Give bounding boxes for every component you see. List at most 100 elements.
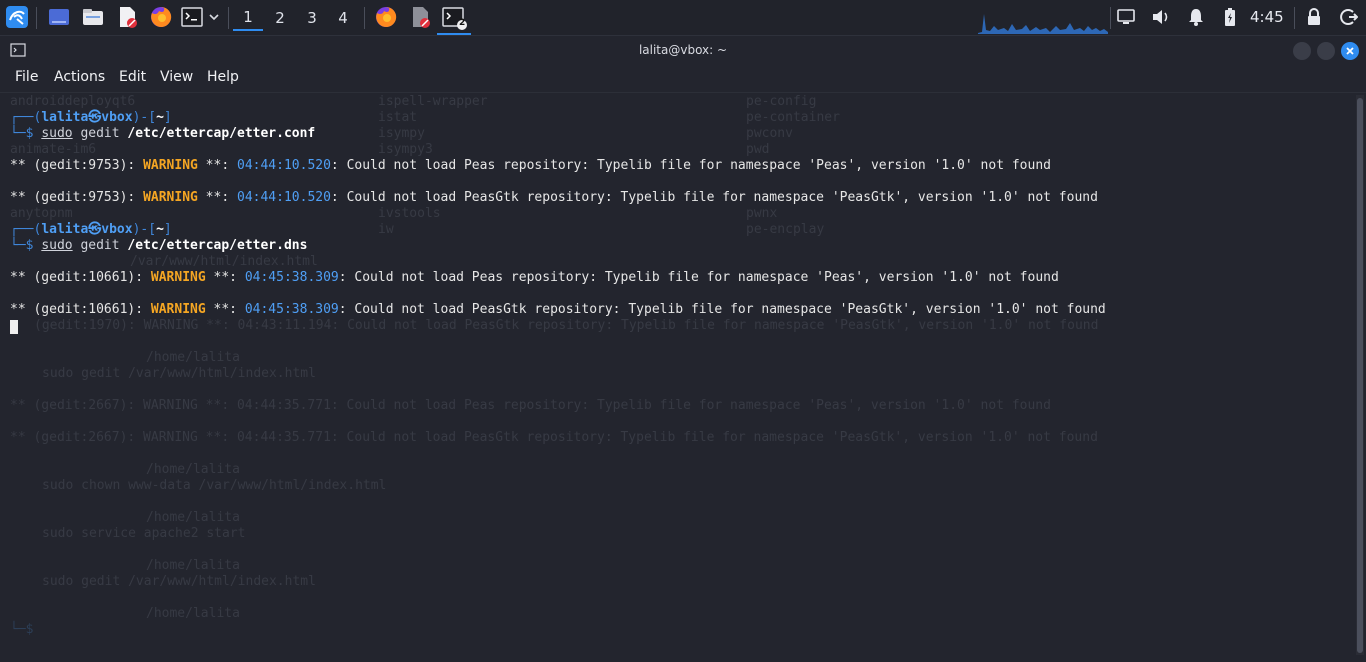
ghost-text: /home/lalita xyxy=(146,510,240,525)
minimize-button[interactable] xyxy=(1293,42,1311,60)
ghost-text: /home/lalita xyxy=(146,606,240,621)
close-button[interactable] xyxy=(1341,42,1359,60)
ghost-text: animate-im6 xyxy=(10,142,97,157)
output-source: ** (gedit:10661): xyxy=(10,302,151,317)
ghost-text: pe-container xyxy=(746,110,840,125)
workspace-2[interactable]: 2 xyxy=(265,5,295,31)
menu-help[interactable]: Help xyxy=(207,69,239,85)
prompt-user-host: lalita㉿vbox xyxy=(41,110,133,125)
timestamp: 04:44:10.520 xyxy=(237,190,331,205)
text-cursor xyxy=(10,320,18,334)
ghost-text: anytopnm xyxy=(10,206,73,221)
ghost-text: istat xyxy=(378,110,418,125)
prompt-frame: ┌──( xyxy=(10,222,42,237)
output-message: : Could not load Peas repository: Typeli… xyxy=(330,158,1051,173)
command-sudo: sudo xyxy=(41,238,73,253)
timestamp: 04:44:10.520 xyxy=(237,158,331,173)
warning-label: WARNING xyxy=(143,190,198,205)
scrollbar-thumb[interactable] xyxy=(1357,98,1363,653)
notifications-bell-icon[interactable] xyxy=(1186,5,1206,29)
output-line: ** (gedit:9753): WARNING **: 04:44:10.52… xyxy=(10,158,1051,174)
timestamp: 04:45:38.309 xyxy=(244,302,339,317)
command-name: gedit xyxy=(72,126,128,141)
menu-divider xyxy=(0,92,1366,93)
text-editor-icon[interactable] xyxy=(114,5,140,29)
warning-label: WARNING xyxy=(143,158,198,173)
maximize-button[interactable] xyxy=(1317,42,1335,60)
panel-separator xyxy=(228,7,229,29)
timestamp: 04:45:38.309 xyxy=(244,270,339,285)
output-line: ** (gedit:10661): WARNING **: 04:45:38.3… xyxy=(10,270,1059,286)
taskbar-terminal-icon[interactable]: 2 xyxy=(437,3,471,35)
menu-actions[interactable]: Actions xyxy=(54,69,105,85)
output-message: : Could not load PeasGtk repository: Typ… xyxy=(338,302,1106,317)
ghost-text: pwnx xyxy=(746,206,778,221)
close-icon xyxy=(1346,47,1354,55)
lock-screen-icon[interactable] xyxy=(1304,5,1324,29)
terminal-window-count-badge: 2 xyxy=(459,18,466,28)
logout-icon[interactable] xyxy=(1338,5,1360,29)
title-bar[interactable]: lalita@vbox: ~ xyxy=(0,36,1366,66)
prompt-line: ┌──(lalita㉿vbox)-[~] xyxy=(10,110,172,126)
ghost-text: iw xyxy=(378,222,394,237)
output-line: ** (gedit:9753): WARNING **: 04:44:10.52… xyxy=(10,190,1098,206)
show-desktop-icon[interactable] xyxy=(46,5,72,29)
cpu-graph xyxy=(978,6,1108,34)
firefox-icon[interactable] xyxy=(148,5,174,29)
ghost-text: /home/lalita xyxy=(146,462,240,477)
panel-separator xyxy=(1110,7,1111,29)
output-message: : Could not load PeasGtk repository: Typ… xyxy=(330,190,1098,205)
terminal-launcher-icon[interactable] xyxy=(180,5,204,29)
ghost-text: ispell-wrapper xyxy=(378,94,488,109)
ghost-text: sudo chown www-data /var/www/html/index.… xyxy=(42,478,387,493)
output-sep: **: xyxy=(197,190,237,205)
prompt-frame: )-[ xyxy=(132,110,157,125)
menu-view[interactable]: View xyxy=(160,69,193,85)
clock[interactable]: 4:45 xyxy=(1250,8,1284,26)
ghost-text: ** (gedit:2667): WARNING **: 04:44:35.77… xyxy=(10,398,1051,413)
display-icon[interactable] xyxy=(1116,5,1136,29)
command-sudo: sudo xyxy=(41,126,73,141)
menu-file[interactable]: File xyxy=(15,69,38,85)
output-sep: **: xyxy=(197,158,237,173)
ghost-text: └─$ xyxy=(10,622,42,637)
taskbar-firefox-icon[interactable] xyxy=(372,5,400,29)
ghost-text: isympy3 xyxy=(378,142,433,157)
panel-separator xyxy=(364,7,365,29)
ghost-text: (gedit:1970): WARNING **: 04:43:11.194: … xyxy=(34,318,1099,333)
terminal-output[interactable]: androiddeployqt6 animate-im6 anytopnm is… xyxy=(0,94,1350,662)
workspace-3[interactable]: 3 xyxy=(297,5,327,31)
file-manager-icon[interactable] xyxy=(80,5,106,29)
volume-icon[interactable] xyxy=(1150,5,1172,29)
panel-separator xyxy=(36,7,37,29)
menu-edit[interactable]: Edit xyxy=(119,69,146,85)
taskbar-text-editor-icon[interactable] xyxy=(406,5,434,29)
workspace-4[interactable]: 4 xyxy=(328,5,358,31)
command-argument: /etc/ettercap/etter.conf xyxy=(127,126,316,141)
prompt-frame: ] xyxy=(163,110,172,125)
prompt-line: ┌──(lalita㉿vbox)-[~] xyxy=(10,222,172,238)
warning-label: WARNING xyxy=(150,302,206,317)
kali-menu-icon[interactable] xyxy=(4,5,30,29)
ghost-text: sudo gedit /var/www/html/index.html xyxy=(42,574,316,589)
output-sep: **: xyxy=(205,302,245,317)
ghost-text: androiddeployqt6 xyxy=(10,94,136,109)
workspace-1[interactable]: 1 xyxy=(233,5,263,31)
prompt-user-host: lalita㉿vbox xyxy=(41,222,133,237)
output-source: ** (gedit:9753): xyxy=(10,158,144,173)
command-line: └─$ sudo gedit /etc/ettercap/etter.conf xyxy=(10,126,315,142)
ghost-text: pwconv xyxy=(746,126,793,141)
prompt-frame: ┌──( xyxy=(10,110,42,125)
window-title: lalita@vbox: ~ xyxy=(638,43,728,57)
ghost-text: isympy xyxy=(378,126,425,141)
command-name: gedit xyxy=(72,238,128,253)
top-panel: 1 2 3 4 2 4:45 xyxy=(0,0,1366,36)
ghost-text: sudo gedit /var/www/html/index.html xyxy=(42,366,316,381)
output-source: ** (gedit:10661): xyxy=(10,270,151,285)
battery-icon[interactable] xyxy=(1220,5,1240,29)
prompt-frame: ] xyxy=(163,222,172,237)
ghost-text: pe-config xyxy=(746,94,817,109)
chevron-down-icon[interactable] xyxy=(206,5,222,29)
warning-label: WARNING xyxy=(150,270,206,285)
output-sep: **: xyxy=(205,270,245,285)
